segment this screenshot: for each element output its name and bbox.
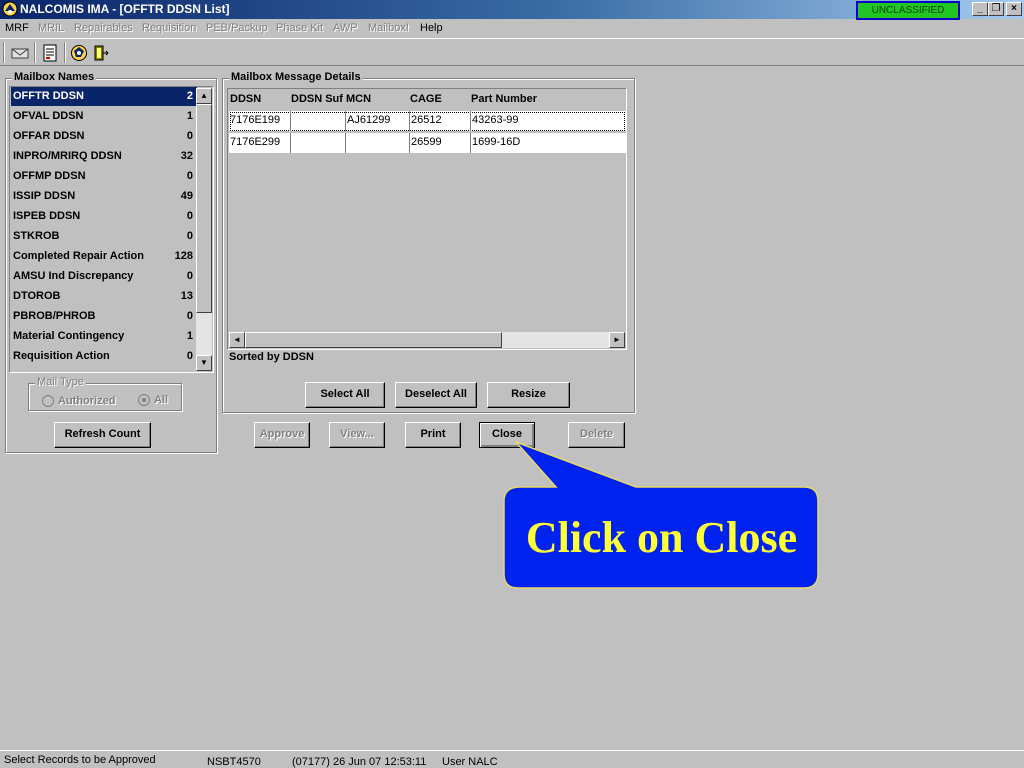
message-grid[interactable]: DDSN DDSN Suf MCN CAGE Part Number 7176E… [227,88,627,350]
radio-all[interactable]: All [138,394,168,406]
mailbox-item-stkrob[interactable]: STKROB 0 [11,227,197,246]
menu-mril[interactable]: MRIL [38,22,64,34]
select-all-button[interactable]: Select All [305,382,385,408]
menu-mrf[interactable]: MRF [5,22,29,34]
scroll-up-arrow-icon[interactable]: ▲ [196,88,212,104]
mailbox-item-material-contingency[interactable]: Material Contingency 1 [11,327,197,346]
grid-horizontal-scrollbar[interactable]: ◄ ► [229,332,625,348]
mailbox-item-ispeb-ddsn[interactable]: ISPEB DDSN 0 [11,207,197,226]
document-icon[interactable] [39,42,61,63]
mailbox-item-offtr-ddsn[interactable]: OFFTR DDSN 2 [11,87,197,106]
resize-button[interactable]: Resize [487,382,570,408]
globe-icon[interactable] [68,42,90,63]
mailbox-names-label: Mailbox Names [12,71,97,83]
table-row[interactable]: 7176E299 26599 1699-16D [229,133,626,154]
mailbox-item-pbrob-phrob[interactable]: PBROB/PHROB 0 [11,307,197,326]
radio-authorized[interactable]: Authorized [42,395,115,407]
column-header-part-number[interactable]: Part Number [471,93,537,105]
column-header-ddsn[interactable]: DDSN [230,93,261,105]
status-datetime: (07177) 26 Jun 07 12:53:11 [292,756,427,768]
mailbox-item-completed-repair-action[interactable]: Completed Repair Action 128 [11,247,197,266]
mailbox-item-amsu-ind-discrepancy[interactable]: AMSU Ind Discrepancy 0 [11,267,197,286]
deselect-all-button[interactable]: Deselect All [395,382,477,408]
mailbox-item-offar-ddsn[interactable]: OFFAR DDSN 0 [11,127,197,146]
menu-repairables[interactable]: Repairables [74,22,133,34]
radio-dot-selected [138,394,150,406]
scroll-left-arrow-icon[interactable]: ◄ [229,332,245,348]
mailbox-list[interactable]: OFFTR DDSN 2 OFVAL DDSN 1 OFFAR DDSN 0 INPR… [9,86,214,373]
delete-button[interactable]: Delete [568,422,625,448]
app-icon [2,1,18,17]
message-details-label: Mailbox Message Details [229,71,363,83]
toolbar-separator [64,42,66,63]
minimize-button[interactable]: _ [972,2,988,16]
status-workstation: NSBT4570 [207,756,261,768]
menu-awp[interactable]: AWP [333,22,358,34]
column-header-ddsn-suf[interactable]: DDSN Suf [291,93,343,105]
menu-bar: MRF MRIL Repairables Requisition PEB/Pac… [0,19,1024,38]
refresh-count-button[interactable]: Refresh Count [54,422,151,448]
table-row[interactable]: 7176E199 AJ61299 26512 43263-99 [229,111,626,132]
print-button[interactable]: Print [405,422,461,448]
menu-requisition[interactable]: Requisition [142,22,196,34]
sorted-by-label: Sorted by DDSN [229,351,314,363]
close-window-button[interactable]: × [1006,2,1022,16]
callout-text: Click on Close [525,513,798,562]
exit-icon[interactable] [90,42,112,63]
scroll-right-arrow-icon[interactable]: ► [609,332,625,348]
toolbar-separator [34,42,36,63]
toolbar-separator [3,42,5,63]
mailbox-item-issip-ddsn[interactable]: ISSIP DDSN 49 [11,187,197,206]
menu-mailbox[interactable]: Mailbox! [368,22,409,34]
mail-icon[interactable] [9,42,31,63]
view-button[interactable]: View... [329,422,385,448]
menu-help[interactable]: Help [420,22,443,34]
status-bar: Select Records to be Approved NSBT4570 (… [0,750,1024,768]
mailbox-item-dtorob[interactable]: DTOROB 13 [11,287,197,306]
scroll-thumb[interactable] [196,104,212,313]
radio-dot [42,395,54,407]
mailbox-item-offmp-ddsn[interactable]: OFFMP DDSN 0 [11,167,197,186]
mailbox-item-ofval-ddsn[interactable]: OFVAL DDSN 1 [11,107,197,126]
menu-phase-kit[interactable]: Phase Kit [276,22,323,34]
status-message: Select Records to be Approved [4,754,156,766]
scroll-down-arrow-icon[interactable]: ▼ [196,355,212,371]
menu-peb-packup[interactable]: PEB/Packup [206,22,268,34]
column-header-mcn[interactable]: MCN [346,93,371,105]
status-user: User NALC [442,756,498,768]
mailbox-item-inpro-mrirq-ddsn[interactable]: INPRO/MRIRQ DDSN 32 [11,147,197,166]
close-button[interactable]: Close [479,422,535,448]
classification-badge: UNCLASSIFIED [856,1,960,20]
mail-type-label: Mail Type [35,376,86,388]
scroll-thumb[interactable] [245,332,502,348]
approve-button[interactable]: Approve [254,422,310,448]
mailbox-vertical-scrollbar[interactable]: ▲ ▼ [196,88,212,371]
window-title: NALCOMIS IMA - [OFFTR DDSN List] [20,2,230,16]
mailbox-item-requisition-action[interactable]: Requisition Action 0 [11,347,197,366]
toolbar [0,38,1024,66]
restore-button[interactable]: ❐ [988,2,1004,16]
column-header-cage[interactable]: CAGE [410,93,442,105]
